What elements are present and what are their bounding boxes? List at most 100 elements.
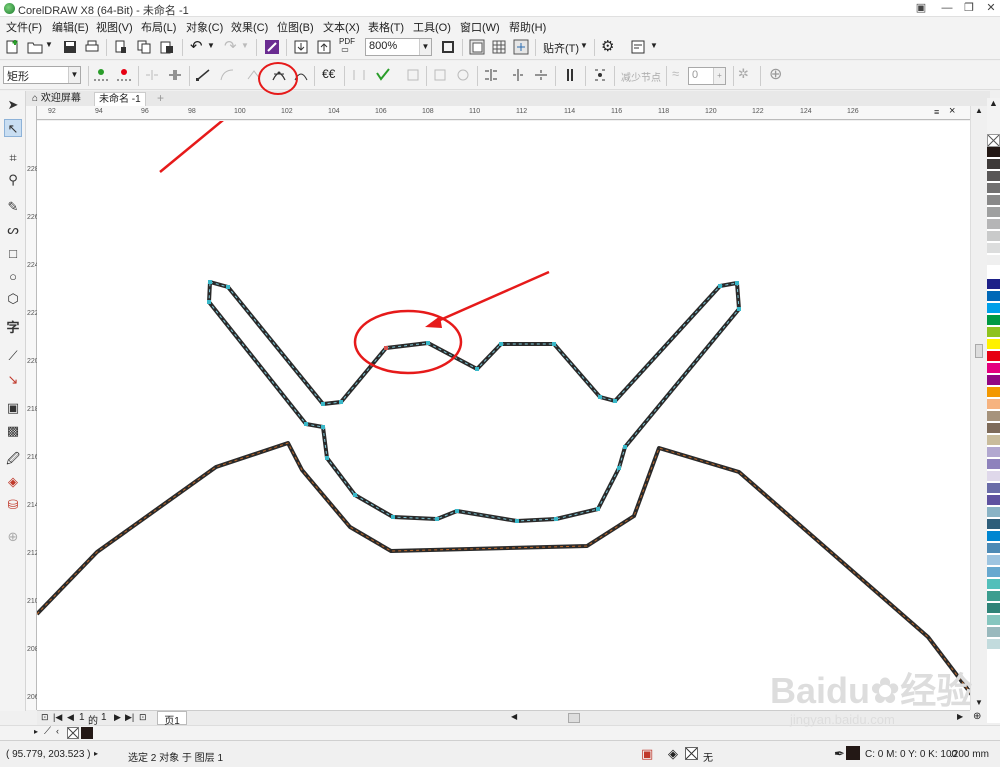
- convert-to-curve-icon[interactable]: [219, 67, 235, 83]
- last-page-icon[interactable]: ▶|: [125, 712, 134, 723]
- status-expand-icon[interactable]: ▸: [94, 749, 98, 758]
- tab-welcome-screen[interactable]: ⌂ 欢迎屏幕: [28, 92, 85, 106]
- first-page-icon[interactable]: ⊡: [41, 712, 49, 723]
- no-color-swatch[interactable]: [987, 134, 1000, 147]
- lower-curve-outline[interactable]: [37, 441, 970, 696]
- artistic-media-tool-icon[interactable]: ᔕ: [4, 221, 22, 239]
- polygon-tool-icon[interactable]: ⬡: [4, 290, 22, 308]
- close-curve-icon[interactable]: [375, 67, 391, 83]
- palette-swatch[interactable]: [987, 351, 1000, 362]
- ruler-close-icon[interactable]: ×: [949, 105, 955, 117]
- menu-tools[interactable]: 工具(O): [413, 19, 451, 35]
- menu-object[interactable]: 对象(C): [186, 19, 223, 35]
- palette-swatch[interactable]: [987, 615, 1000, 626]
- palette-swatch[interactable]: [987, 231, 1000, 242]
- palette-swatch[interactable]: [987, 483, 1000, 494]
- vertical-scrollbar[interactable]: ▲ ▼: [970, 106, 987, 710]
- fill-bucket-icon[interactable]: ◈: [668, 746, 678, 762]
- delete-node-icon[interactable]: [116, 67, 132, 83]
- print-icon[interactable]: [84, 39, 100, 55]
- crop-tool-icon[interactable]: ⌗: [4, 149, 22, 167]
- freehand-tool-icon[interactable]: ✎: [4, 198, 22, 216]
- show-grid-icon[interactable]: [491, 39, 507, 55]
- vertical-ruler[interactable]: 228 226 224 222 220 218 216 214 212 210 …: [26, 106, 39, 710]
- palette-swatch[interactable]: [987, 255, 1000, 266]
- outline-color-swatch[interactable]: [846, 746, 860, 760]
- palette-swatch[interactable]: [987, 639, 1000, 650]
- smart-fill-tool-icon[interactable]: ⛁: [4, 496, 22, 514]
- menu-window[interactable]: 窗口(W): [460, 19, 500, 35]
- palette-swatch[interactable]: [987, 219, 1000, 230]
- palette-swatch[interactable]: [987, 291, 1000, 302]
- palette-swatch[interactable]: [987, 543, 1000, 554]
- palette-swatch[interactable]: [987, 555, 1000, 566]
- join-nodes-icon[interactable]: [144, 67, 160, 83]
- extract-subpath-icon[interactable]: [405, 67, 421, 83]
- prev-page-start-icon[interactable]: |◀: [53, 712, 62, 723]
- palette-swatch[interactable]: [987, 243, 1000, 254]
- new-document-icon[interactable]: [5, 39, 21, 55]
- select-all-nodes-icon[interactable]: [592, 67, 608, 83]
- mirror-horizontal-icon[interactable]: [510, 67, 526, 83]
- menu-view[interactable]: 视图(V): [96, 19, 133, 35]
- snap-to-menu[interactable]: 贴齐(T): [543, 40, 579, 56]
- palette-scroll-up-icon[interactable]: ▲: [989, 98, 998, 108]
- palette-swatch[interactable]: [987, 327, 1000, 338]
- palette-swatch[interactable]: [987, 303, 1000, 314]
- rotate-nodes-icon[interactable]: [455, 67, 471, 83]
- restore-small-icon[interactable]: ▣: [908, 0, 934, 16]
- reverse-direction-icon[interactable]: €€: [322, 67, 335, 81]
- palette-swatch[interactable]: [987, 375, 1000, 386]
- palette-swatch[interactable]: [987, 567, 1000, 578]
- pdf-export-icon[interactable]: PDF ▭: [339, 38, 355, 54]
- palette-swatch[interactable]: [987, 507, 1000, 518]
- undo-icon[interactable]: ↶: [190, 37, 203, 55]
- save-icon[interactable]: [62, 39, 78, 55]
- palette-swatch[interactable]: [987, 147, 1000, 158]
- palette-swatch[interactable]: [987, 207, 1000, 218]
- scroll-down-icon[interactable]: ▼: [975, 698, 983, 707]
- text-tool-icon[interactable]: 字: [4, 319, 22, 337]
- export-icon[interactable]: [316, 39, 332, 55]
- hscroll-left-icon[interactable]: ◀: [511, 712, 517, 721]
- palette-swatch[interactable]: [987, 387, 1000, 398]
- ellipse-tool-icon[interactable]: ○: [4, 268, 22, 286]
- palette-swatch[interactable]: [987, 519, 1000, 530]
- stretch-nodes-icon[interactable]: [432, 67, 448, 83]
- drawing-shapes[interactable]: [37, 121, 970, 710]
- palette-swatch[interactable]: [987, 279, 1000, 290]
- connector-tool-icon[interactable]: ↘: [4, 371, 22, 389]
- full-screen-icon[interactable]: [440, 39, 456, 55]
- palette-swatch[interactable]: [987, 627, 1000, 638]
- menu-effects[interactable]: 效果(C): [231, 19, 268, 35]
- object-type-combo[interactable]: 矩形 ▼: [3, 66, 81, 84]
- show-rulers-icon[interactable]: [469, 39, 485, 55]
- scroll-thumb[interactable]: [975, 344, 983, 358]
- palette-swatch[interactable]: [987, 603, 1000, 614]
- snap-dropdown-icon[interactable]: ▼: [580, 41, 588, 50]
- open-folder-icon[interactable]: [27, 39, 43, 55]
- transparency-tool-icon[interactable]: ▩: [4, 422, 22, 440]
- palette-swatch[interactable]: [987, 339, 1000, 350]
- palette-swatch[interactable]: [987, 447, 1000, 458]
- menu-edit[interactable]: 编辑(E): [52, 19, 89, 35]
- fill-none-swatch[interactable]: [685, 747, 698, 760]
- curve-smoothness-input[interactable]: 0 +: [688, 67, 726, 85]
- ruler-menu-icon[interactable]: ≡: [934, 107, 939, 117]
- doc-palette-black-swatch[interactable]: [81, 727, 93, 739]
- palette-swatch[interactable]: [987, 591, 1000, 602]
- menu-bitmap[interactable]: 位图(B): [277, 19, 314, 35]
- palette-swatch[interactable]: [987, 495, 1000, 506]
- palette-swatch[interactable]: [987, 411, 1000, 422]
- palette-swatch[interactable]: [987, 579, 1000, 590]
- doc-palette-arrow-icon[interactable]: ▸: [34, 727, 38, 736]
- select-all-nodes-star-icon[interactable]: ✲: [738, 66, 749, 82]
- menu-layout[interactable]: 布局(L): [141, 19, 176, 35]
- page-tab-1[interactable]: 页1: [157, 711, 187, 727]
- object-type-dropdown-icon[interactable]: ▼: [68, 67, 80, 83]
- tab-document[interactable]: 未命名 -1: [94, 92, 146, 106]
- cut-icon[interactable]: [113, 39, 129, 55]
- parallel-dimension-tool-icon[interactable]: ⟋: [4, 347, 22, 365]
- menu-text[interactable]: 文本(X): [323, 19, 360, 35]
- prev-page-icon[interactable]: ◀: [67, 712, 74, 723]
